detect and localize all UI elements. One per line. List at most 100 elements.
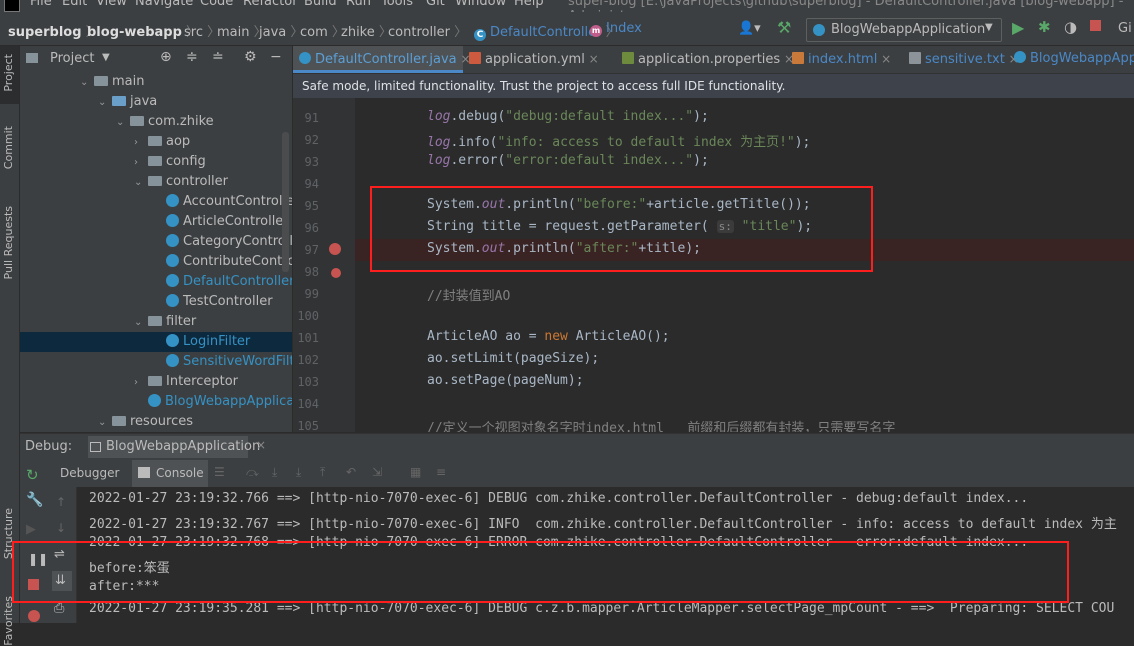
project-tool-tab[interactable]: Project [2,54,15,92]
code-line[interactable]: ao.setPage(pageNum); [427,373,584,388]
menu-build[interactable]: Build [304,0,337,9]
wrench-icon[interactable]: 🔧 [26,492,43,508]
editor-tab[interactable]: application.yml × [463,46,616,73]
run-configuration-select[interactable]: BlogWebappApplication ▼ [806,18,1002,42]
code-line[interactable]: System.out.println("before:"+article.get… [427,197,811,212]
step-into-icon[interactable]: ⤓ [272,465,277,480]
tree-node[interactable]: TestController [20,292,292,312]
layout-icon[interactable]: ☰ [214,465,225,479]
tree-node[interactable]: ⌄ controller [20,172,292,192]
editor-tab[interactable]: index.html × [786,46,903,73]
debug-bug-icon[interactable]: ✱ [1038,18,1051,36]
breadcrumb-item[interactable]: blog-webapp 〉 [87,21,199,40]
chevron-right-icon[interactable]: › [134,153,148,173]
chevron-down-icon[interactable]: ⌄ [98,93,112,113]
breakpoint-icon[interactable] [331,268,341,278]
chevron-down-icon[interactable]: ⌄ [80,73,94,93]
tab-console[interactable]: Console [156,466,204,480]
add-user-icon[interactable]: 👤▾ [738,21,761,36]
tree-node[interactable]: ⌄ com.zhike [20,112,292,132]
tree-node[interactable]: ⌄ resources [20,412,292,432]
chevron-down-icon[interactable]: ⌄ [116,113,130,133]
force-step-into-icon[interactable]: ⤓ [296,465,301,480]
menu-file[interactable]: File [30,0,52,9]
breadcrumb-item[interactable]: superblog 〉 [8,21,99,40]
step-out-icon[interactable]: ⤒ [320,465,325,480]
tree-node[interactable]: ⌄ main [20,72,292,92]
editor-tab[interactable]: sensitive.txt × [903,46,1019,73]
breadcrumb-item[interactable]: com 〉 [300,21,345,40]
menu-help[interactable]: Help [514,0,544,9]
code-line[interactable]: System.out.println("after:"+title); [427,241,701,256]
menu-edit[interactable]: Edit [62,0,87,9]
code-line[interactable]: log.debug("debug:default index..."); [427,109,709,124]
view-breakpoints-icon[interactable] [28,610,40,622]
menu-view[interactable]: View [96,0,127,9]
breakpoint-icon[interactable] [329,243,341,255]
menu-tools[interactable]: Tools [381,0,413,9]
code-editor[interactable]: log.debug("debug:default index..."); log.… [355,98,1134,432]
menu-code[interactable]: Code [200,0,233,9]
editor-tab[interactable]: application.properties × [616,46,794,73]
git-label[interactable]: Gi [1118,21,1132,36]
tree-node[interactable]: SensitiveWordFilter [20,352,292,372]
code-line[interactable]: String title = request.getParameter( s: … [427,219,812,234]
favorites-tool-tab[interactable]: Favorites [2,596,15,646]
commit-tool-tab[interactable]: Commit [2,126,15,169]
tree-node[interactable]: ⌄ filter [20,312,292,332]
tab-debugger[interactable]: Debugger [60,466,119,480]
tree-scrollbar[interactable] [282,132,289,272]
chevron-down-icon[interactable]: ▼ [102,52,110,63]
menu-run[interactable]: Run [346,0,371,9]
tree-node[interactable]: ContributeController [20,252,292,272]
pull-requests-tool-tab[interactable]: Pull Requests [2,206,15,279]
rerun-icon[interactable]: ↻ [26,466,39,484]
breadcrumb-item[interactable]: src 〉 [184,21,220,40]
tree-node[interactable]: › aop [20,132,292,152]
chevron-down-icon[interactable]: ⌄ [134,313,148,333]
evaluate-icon[interactable]: ▦ [410,465,421,479]
code-line[interactable]: log.info("info: access to default index … [427,131,810,150]
editor-tab[interactable]: DefaultController.java × [293,46,471,73]
chevron-right-icon[interactable]: › [134,373,148,393]
more-icon[interactable]: ≡ [436,465,446,479]
code-line[interactable]: //封装值到AO [427,285,510,304]
breadcrumb-item[interactable]: zhike 〉 [341,21,392,40]
code-line[interactable]: ao.setLimit(pageSize); [427,351,599,366]
build-hammer-icon[interactable]: ⚒ [777,18,791,37]
code-line[interactable]: //定义一个视图对象名字时index.html 前缀和后缀都有封装，只需要写名字 [427,417,895,432]
tree-node[interactable]: ArticleController [20,212,292,232]
close-icon[interactable]: × [877,52,891,66]
up-arrow-icon[interactable]: ↑ [56,495,66,509]
tree-node[interactable]: BlogWebappApplication [20,392,292,412]
project-panel-title[interactable]: Project [50,51,94,66]
breadcrumb-item[interactable]: m Index [590,21,642,37]
step-over-icon[interactable]: ⤼ [246,465,259,480]
tree-node[interactable]: LoginFilter [20,332,292,352]
print-icon[interactable]: ⎙ [54,601,64,616]
menu-window[interactable]: Window [455,0,506,9]
chevron-down-icon[interactable]: ⌄ [98,413,112,432]
stop-icon[interactable] [1090,20,1101,31]
menu-navigate[interactable]: Navigate [135,0,193,9]
tree-node[interactable]: › Interceptor [20,372,292,392]
breadcrumb-item[interactable]: controller 〉 [388,21,467,40]
tree-node[interactable]: ⌄ java [20,92,292,112]
run-to-cursor-icon[interactable]: ⇲ [372,465,382,479]
breadcrumb-item[interactable]: java 〉 [259,21,303,40]
menu-refactor[interactable]: Refactor [243,0,298,9]
hide-icon[interactable]: − [270,49,282,65]
down-arrow-icon[interactable]: ↓ [56,521,66,535]
drop-frame-icon[interactable]: ↶ [346,465,356,479]
editor-tab[interactable]: BlogWebappApp [1008,46,1134,73]
tree-node[interactable]: DefaultController [20,272,292,292]
chevron-right-icon[interactable]: › [134,133,148,153]
code-line[interactable]: log.error("error:default index..."); [427,153,709,168]
locate-icon[interactable]: ⊕ [160,49,172,65]
close-icon[interactable]: × [585,52,599,66]
coverage-icon[interactable]: ◑ [1064,18,1077,36]
run-icon[interactable]: ▶ [1012,18,1024,37]
gear-icon[interactable]: ⚙ [244,49,257,65]
chevron-down-icon[interactable]: ⌄ [134,173,148,193]
debug-session-label[interactable]: BlogWebappApplication [106,439,260,454]
